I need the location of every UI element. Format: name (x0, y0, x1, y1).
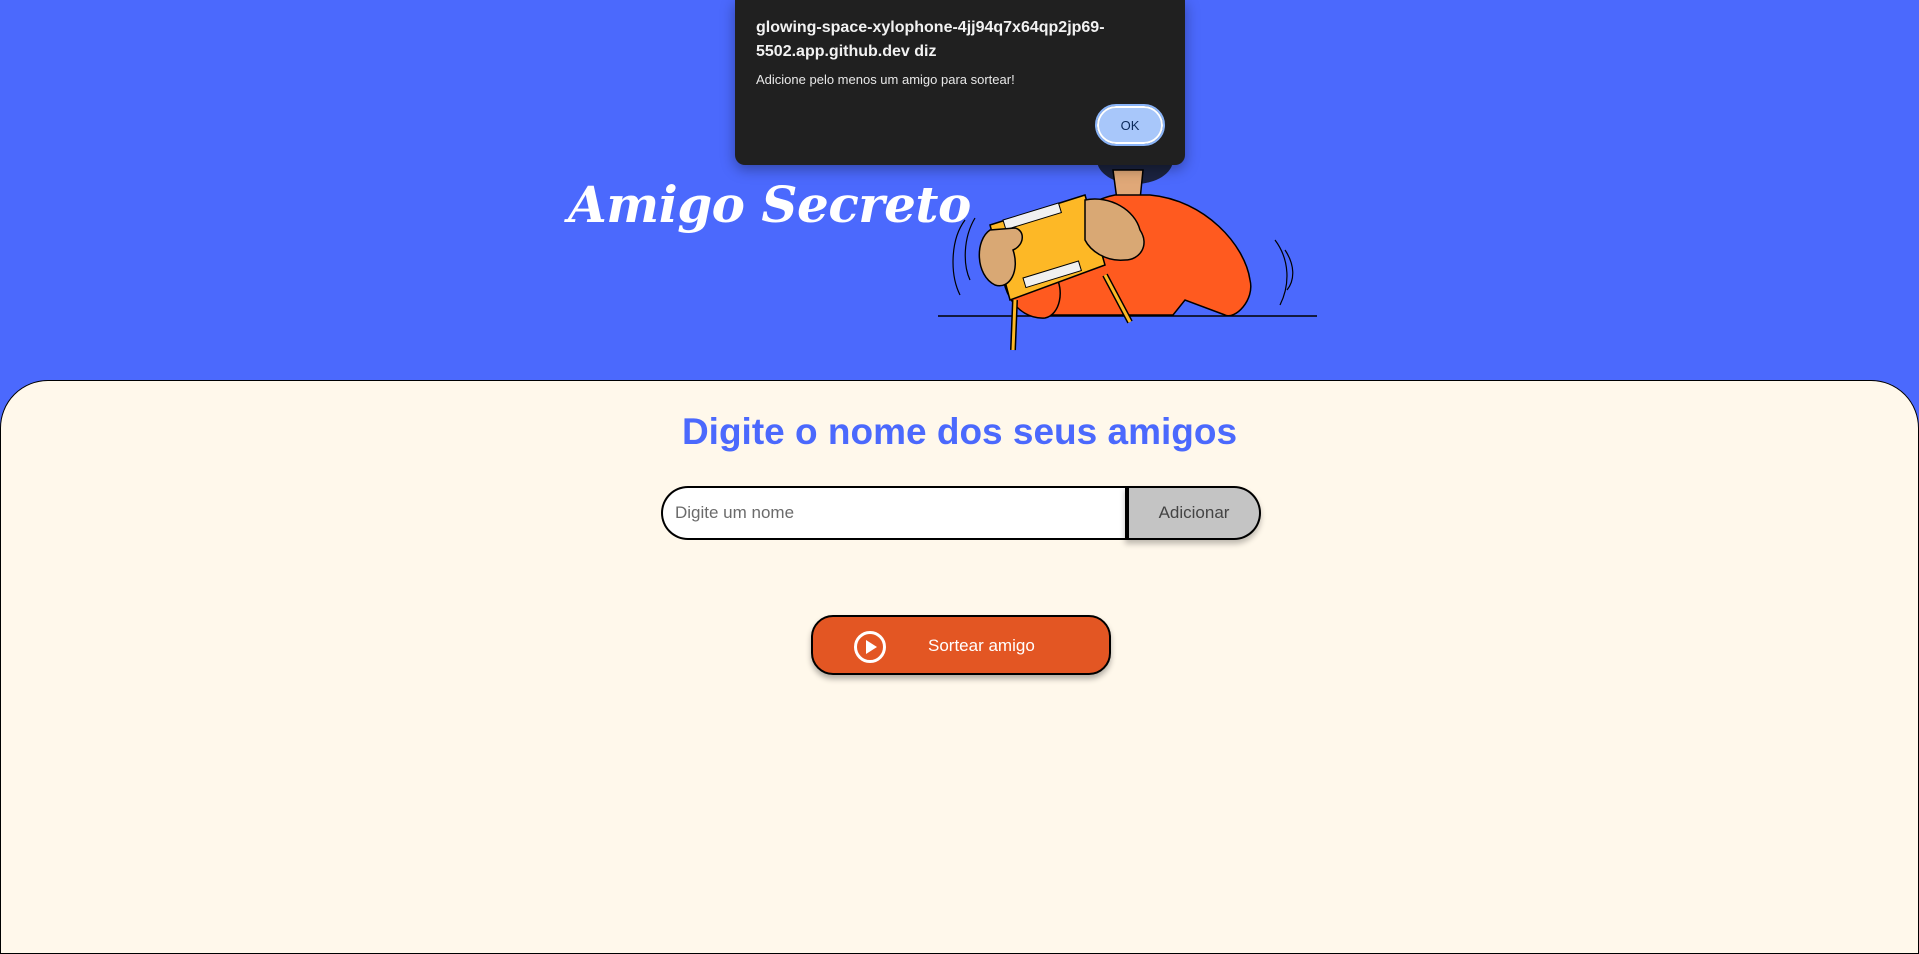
draw-button-label: Sortear amigo (928, 636, 1035, 655)
ok-button[interactable]: OK (1095, 104, 1165, 146)
section-title: Digite o nome dos seus amigos (681, 411, 1238, 452)
play-circle-icon (854, 631, 886, 663)
dialog-origin: glowing-space-xylophone-4jj94q7x64qp2jp6… (756, 19, 1105, 60)
app-title: Amigo Secreto (568, 175, 971, 234)
main-section: Digite o nome dos seus amigos Adicionar … (0, 380, 1919, 954)
friend-name-input[interactable] (661, 486, 1125, 540)
draw-friend-button[interactable]: Sortear amigo (811, 615, 1111, 675)
dialog-message: Adicione pelo menos um amigo para sortea… (756, 72, 1015, 87)
add-friend-form: Adicionar (661, 486, 1261, 540)
add-button[interactable]: Adicionar (1125, 486, 1261, 540)
alert-dialog: glowing-space-xylophone-4jj94q7x64qp2jp6… (735, 0, 1185, 165)
